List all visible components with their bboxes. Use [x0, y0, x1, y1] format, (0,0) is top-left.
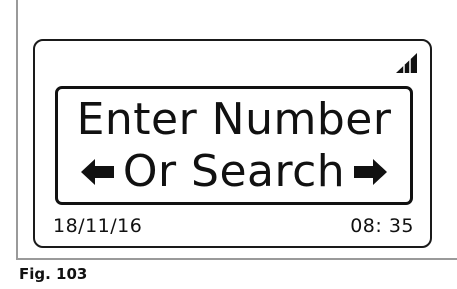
or-search-label: Or Search	[122, 146, 346, 197]
signal-strength-icon	[396, 53, 417, 73]
message-box: Enter Number Or Search	[55, 86, 413, 205]
phone-display-screen: Enter Number Or Search 18/11/16 08: 35	[33, 39, 432, 248]
right-arrow-icon[interactable]	[353, 159, 388, 185]
left-arrow-icon[interactable]	[80, 159, 115, 185]
page-left-rule	[16, 0, 18, 258]
page-bottom-rule	[16, 258, 457, 260]
date-readout: 18/11/16	[53, 215, 143, 237]
message-line-or-search: Or Search	[58, 147, 410, 197]
time-readout: 08: 35	[350, 215, 414, 237]
figure-caption: Fig. 103	[19, 265, 88, 283]
message-line-enter-number: Enter Number	[76, 94, 392, 145]
